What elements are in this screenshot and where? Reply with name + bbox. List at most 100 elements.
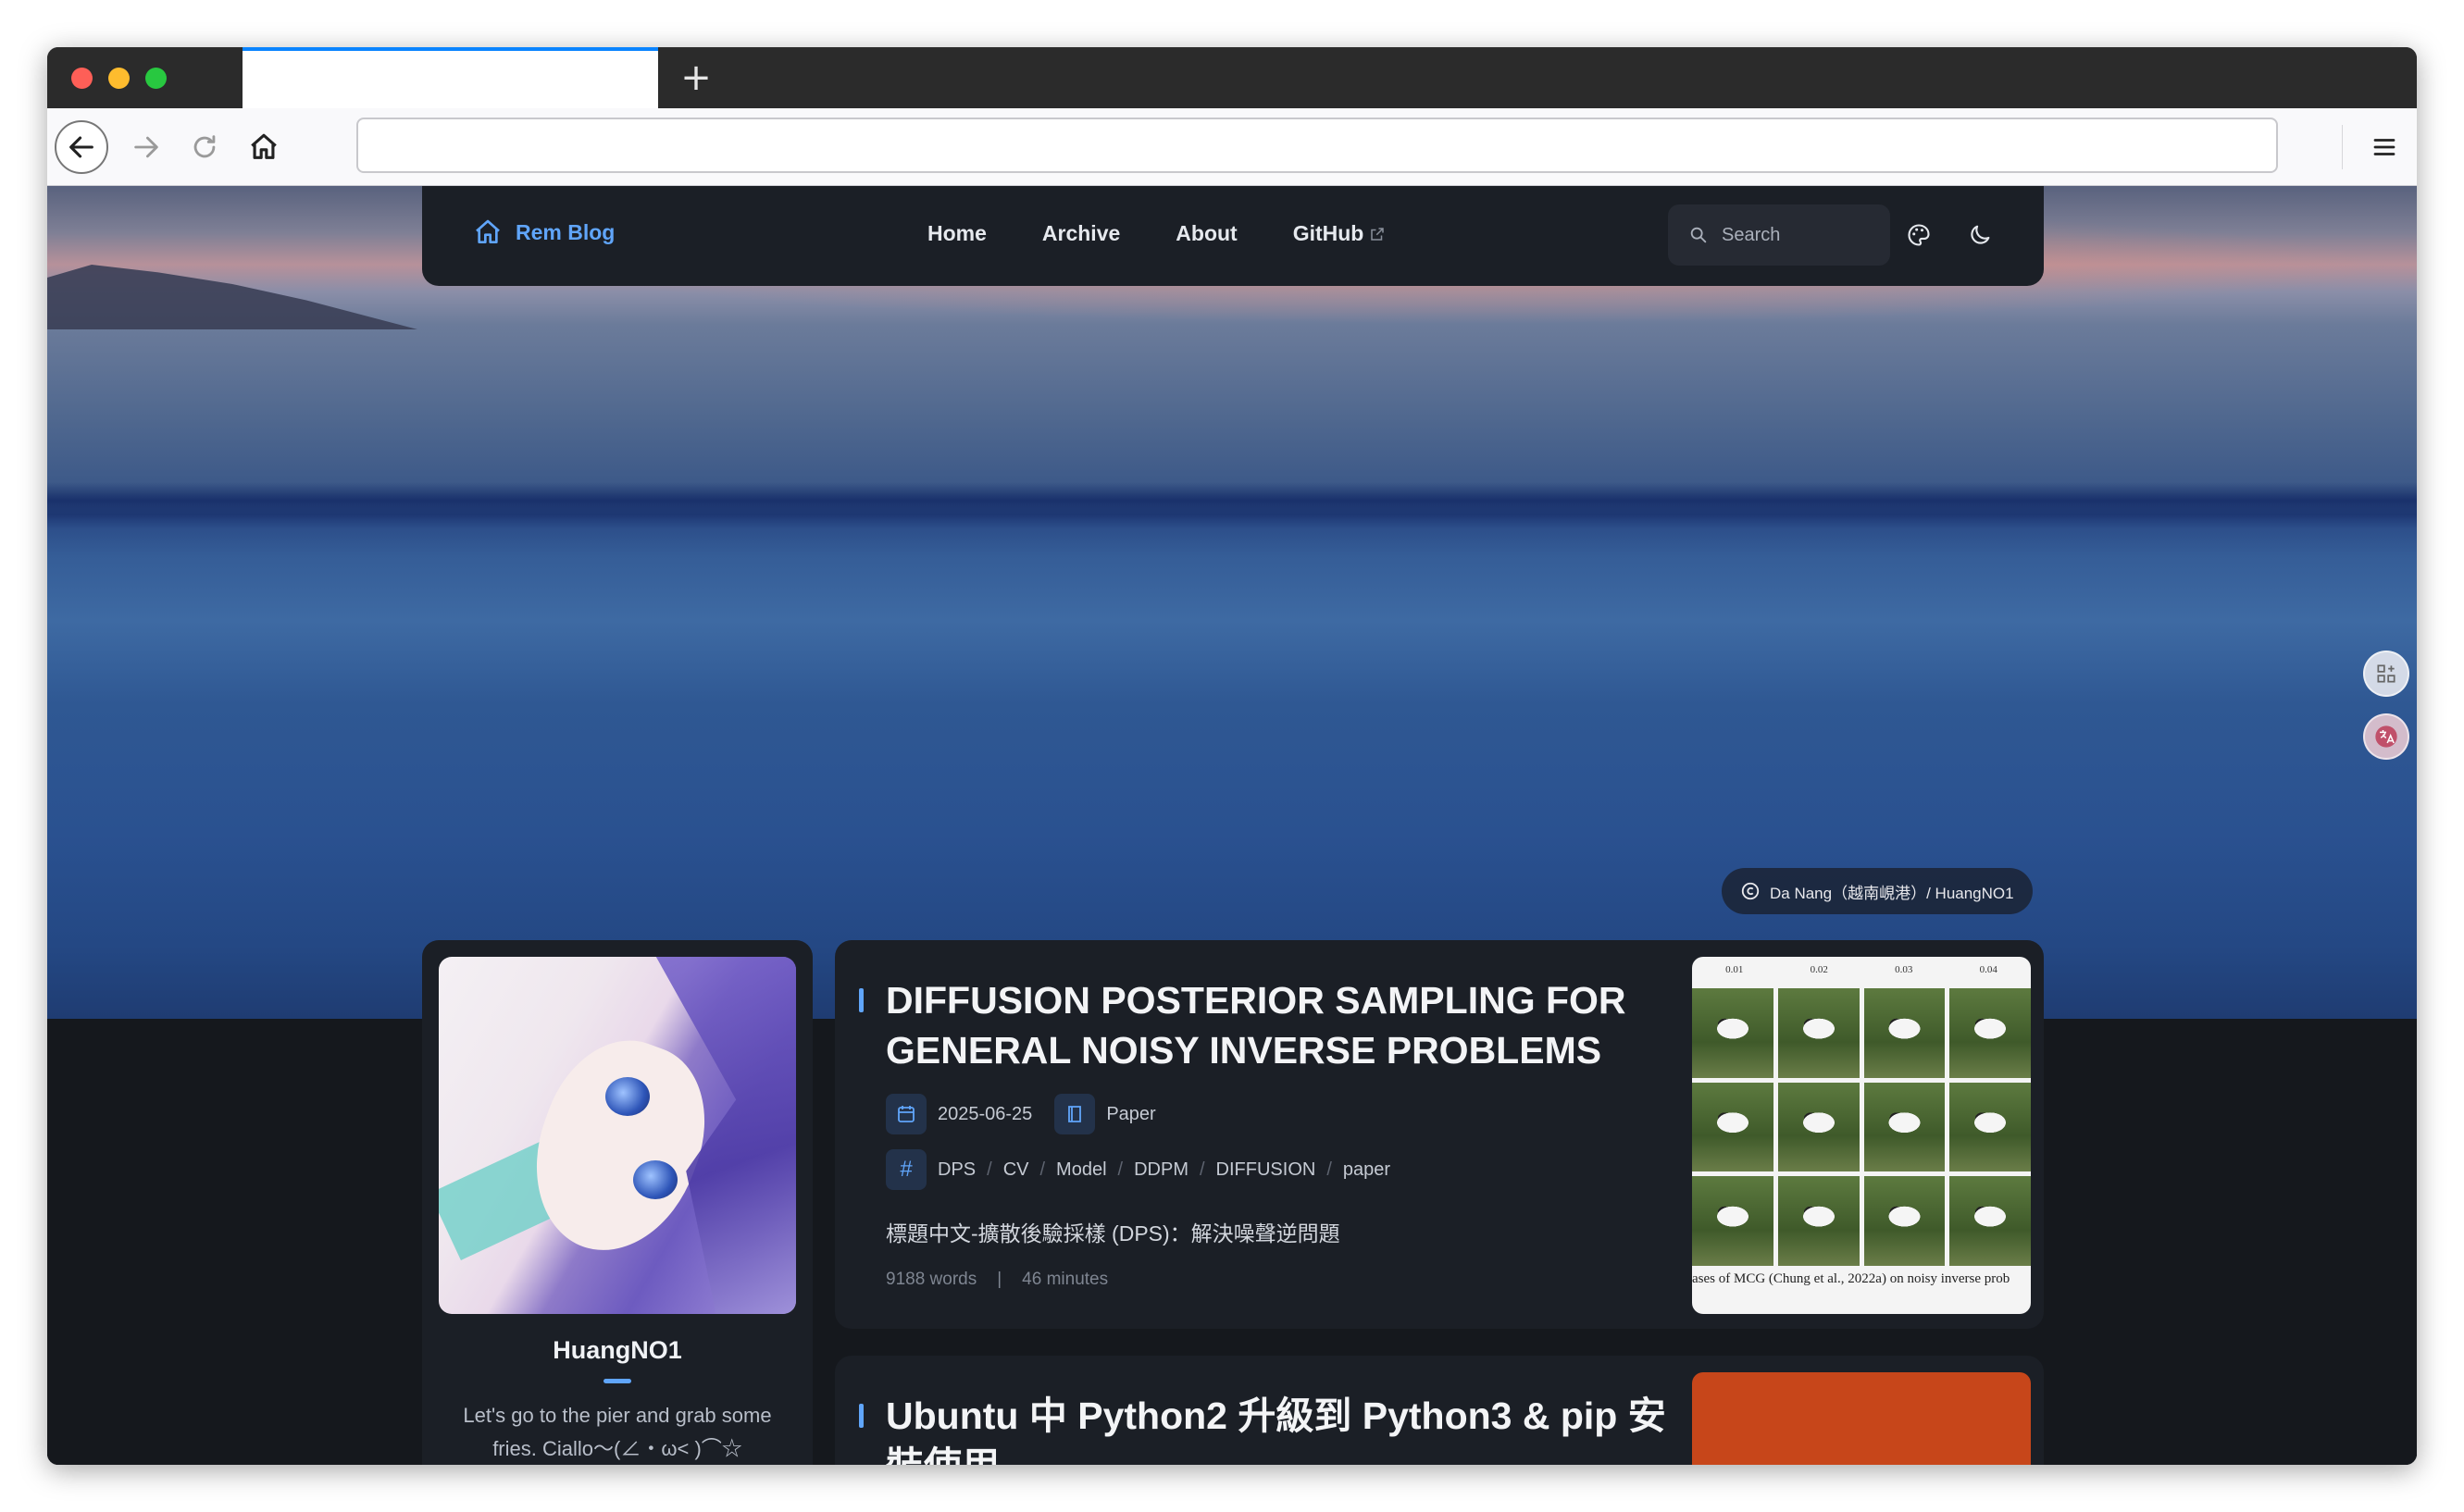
thumbnail-cell [1692, 1176, 1773, 1266]
close-window-button[interactable] [71, 68, 93, 89]
thumbnail-cell [1777, 1176, 1860, 1266]
site-brand-link[interactable]: Rem Blog [473, 217, 615, 247]
thumbnail-cell [1863, 988, 1946, 1078]
search-icon [1690, 227, 1707, 243]
post-card[interactable]: Ubuntu 中 Python2 升級到 Python3 & pip 安裝使用 [835, 1356, 2044, 1465]
nav-link-archive[interactable]: Archive [1042, 221, 1120, 246]
post-tags-row: # DPS / CV / Model / DDPM / DIFFUSION / … [886, 1149, 1390, 1190]
tag-separator: / [1039, 1159, 1046, 1180]
toolbar-divider [2342, 125, 2343, 169]
tab-strip: + [47, 47, 2417, 108]
book-icon [1054, 1094, 1096, 1134]
post-tag[interactable]: CV [1003, 1159, 1029, 1181]
post-tag[interactable]: DIFFUSION [1216, 1159, 1316, 1181]
profile-bio: Let's go to the pier and grab some fries… [463, 1404, 772, 1460]
thumbnail-cell [1949, 988, 2031, 1078]
photo-credit-text: Da Nang（越南峴港）/ HuangNO1 [1770, 884, 2014, 902]
post-category[interactable]: Paper [1106, 1104, 1155, 1125]
translate-icon [2375, 725, 2397, 748]
site-brand-label: Rem Blog [516, 219, 616, 244]
post-thumbnail[interactable] [1692, 1372, 2031, 1465]
tag-separator: / [1326, 1159, 1332, 1180]
thumbnail-column-labels: 0.01 0.02 0.03 0.04 [1692, 964, 2031, 975]
float-widget-button[interactable] [2363, 651, 2409, 697]
avatar [439, 957, 796, 1314]
thumbnail-label: 0.04 [1979, 964, 1997, 975]
dark-mode-toggle[interactable] [1964, 219, 1996, 251]
arrow-left-icon [69, 136, 93, 158]
avatar-eye-shape [633, 1160, 678, 1199]
avatar-eye-shape [605, 1077, 650, 1116]
theme-palette-button[interactable] [1903, 219, 1935, 251]
menu-button[interactable] [2358, 121, 2410, 173]
post-tag[interactable]: DDPM [1134, 1159, 1188, 1181]
browser-window: + Rem Blog Home Archive About GitHub Sea… [47, 47, 2417, 1465]
thumbnail-image-grid [1692, 988, 2031, 1266]
float-translate-button[interactable] [2363, 713, 2409, 760]
nav-link-home[interactable]: Home [927, 221, 987, 246]
nav-link-github-label: GitHub [1292, 221, 1364, 245]
nav-link-about[interactable]: About [1176, 221, 1237, 246]
thumbnail-cell [1777, 1082, 1860, 1172]
post-description: 標題中文-擴散後驗採樣 (DPS)：解決噪聲逆問題 [886, 1221, 1340, 1246]
home-icon [476, 219, 500, 243]
thumbnail-cell [1777, 988, 1860, 1078]
post-card[interactable]: DIFFUSION POSTERIOR SAMPLING FOR GENERAL… [835, 940, 2044, 1329]
profile-name-underline [604, 1379, 631, 1383]
thumbnail-label: 0.01 [1725, 964, 1744, 975]
back-button[interactable] [55, 120, 108, 174]
post-stats-divider: | [997, 1270, 1002, 1289]
active-tab[interactable] [243, 47, 658, 108]
reload-button[interactable] [178, 120, 231, 174]
post-title-marker [859, 1404, 864, 1428]
hero-hill [47, 265, 417, 329]
hero-wave [47, 501, 2417, 528]
hero-banner-image [47, 186, 2417, 1019]
reload-icon [193, 135, 216, 158]
thumbnail-cell [1863, 1176, 1946, 1266]
new-tab-button[interactable]: + [673, 55, 719, 101]
hash-icon: # [886, 1149, 927, 1190]
home-button[interactable] [237, 120, 291, 174]
post-read-time: 46 minutes [1022, 1270, 1109, 1289]
post-tag[interactable]: Model [1056, 1159, 1106, 1181]
thumbnail-caption: ases of MCG (Chung et al., 2022a) on noi… [1692, 1271, 2010, 1286]
site-navbar: Rem Blog Home Archive About GitHub Searc… [422, 186, 2044, 286]
site-search-button[interactable]: Search [1668, 204, 1890, 266]
post-stats: 9188 words | 46 minutes [886, 1270, 1108, 1290]
external-link-icon [1371, 227, 1385, 241]
thumbnail-cell [1949, 1082, 2031, 1172]
browser-toolbar [47, 108, 2417, 186]
forward-button[interactable] [119, 120, 173, 174]
thumbnail-cell [1692, 1082, 1773, 1172]
address-bar[interactable] [356, 118, 2278, 173]
post-thumbnail[interactable]: 0.01 0.02 0.03 0.04 ases of MCG (Chung e… [1692, 957, 2031, 1314]
calendar-icon [886, 1094, 927, 1134]
palette-icon [1908, 224, 1930, 246]
profile-name: HuangNO1 [553, 1336, 682, 1364]
widgets-add-icon [2377, 664, 2396, 683]
post-tag[interactable]: DPS [938, 1159, 976, 1181]
post-title-marker [859, 988, 864, 1012]
site-nav-links: Home Archive About GitHub [927, 221, 1441, 246]
minimize-window-button[interactable] [108, 68, 130, 89]
post-date: 2025-06-25 [938, 1103, 1033, 1124]
copyright-icon [1741, 882, 1760, 900]
post-title[interactable]: Ubuntu 中 Python2 升級到 Python3 & pip 安裝使用 [886, 1391, 1673, 1465]
tag-separator: / [987, 1159, 992, 1180]
nav-link-github[interactable]: GitHub [1293, 221, 1387, 246]
thumbnail-cell [1692, 988, 1773, 1078]
maximize-window-button[interactable] [145, 68, 167, 89]
post-tag[interactable]: paper [1343, 1159, 1390, 1181]
post-title[interactable]: DIFFUSION POSTERIOR SAMPLING FOR GENERAL… [886, 975, 1673, 1075]
post-word-count: 9188 words [886, 1270, 977, 1289]
arrow-right-icon [134, 136, 158, 158]
moon-icon [1971, 225, 1990, 244]
tag-separator: / [1117, 1159, 1124, 1180]
thumbnail-label: 0.03 [1895, 964, 1913, 975]
hamburger-icon [2373, 139, 2396, 155]
search-label: Search [1722, 224, 1781, 245]
thumbnail-cell [1949, 1176, 2031, 1266]
avatar-face-shape [508, 1019, 730, 1274]
profile-card: HuangNO1 Let's go to the pier and grab s… [422, 940, 813, 1465]
